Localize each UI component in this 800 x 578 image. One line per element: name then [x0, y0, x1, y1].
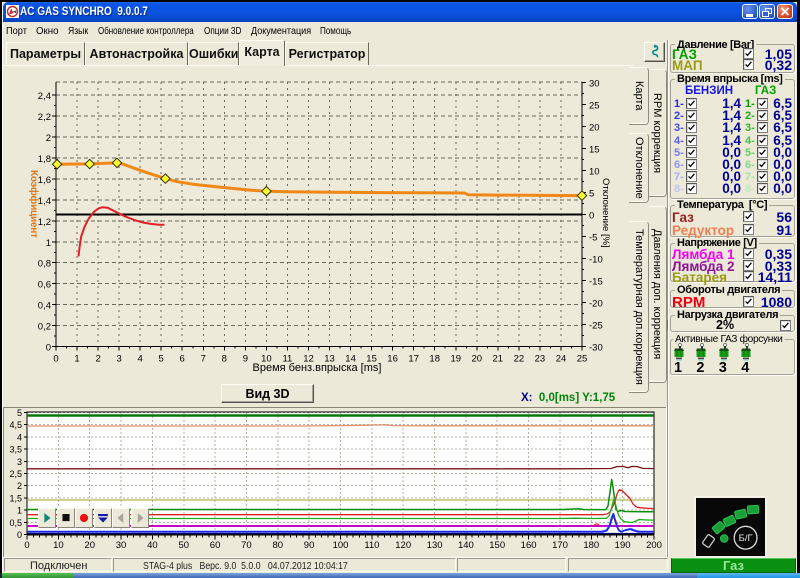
svg-text:1,6: 1,6	[38, 175, 51, 186]
svg-text:-25: -25	[589, 321, 603, 332]
svg-text:3: 3	[17, 457, 22, 467]
svg-text:10: 10	[589, 167, 600, 178]
svg-text:100: 100	[333, 540, 349, 551]
svg-text:0,4: 0,4	[38, 301, 51, 312]
svg-text:-5: -5	[589, 233, 597, 244]
svg-text:17: 17	[408, 354, 419, 365]
svg-text:0: 0	[589, 211, 594, 222]
svg-text:1,5: 1,5	[9, 493, 22, 503]
svg-text:2,2: 2,2	[38, 112, 51, 123]
svg-text:180: 180	[583, 540, 599, 551]
svg-text:140: 140	[458, 540, 474, 551]
svg-text:16: 16	[387, 354, 398, 365]
svg-text:1: 1	[46, 238, 51, 249]
svg-text:40: 40	[147, 540, 158, 551]
svg-text:3,5: 3,5	[9, 445, 22, 455]
svg-text:60: 60	[210, 540, 221, 551]
svg-text:2,5: 2,5	[9, 469, 22, 479]
svg-text:8: 8	[222, 354, 227, 365]
svg-text:4,5: 4,5	[9, 420, 22, 430]
svg-text:6: 6	[180, 354, 185, 365]
svg-text:2,4: 2,4	[38, 91, 51, 102]
svg-text:160: 160	[521, 540, 537, 551]
svg-text:1,8: 1,8	[38, 154, 51, 165]
svg-text:25: 25	[577, 354, 588, 365]
svg-text:130: 130	[427, 540, 443, 551]
svg-text:5: 5	[17, 408, 22, 418]
svg-text:110: 110	[364, 540, 379, 551]
svg-text:5: 5	[589, 189, 594, 200]
svg-text:20: 20	[472, 354, 483, 365]
svg-text:21: 21	[493, 354, 504, 365]
svg-text:1,4: 1,4	[38, 196, 51, 207]
svg-text:0: 0	[17, 530, 22, 540]
svg-text:0: 0	[53, 354, 58, 365]
svg-text:Время бенз.впрыска [ms]: Время бенз.впрыска [ms]	[253, 362, 382, 374]
svg-text:5: 5	[159, 354, 164, 365]
svg-text:-15: -15	[589, 277, 603, 288]
svg-text:30: 30	[589, 79, 600, 90]
svg-text:1: 1	[17, 506, 22, 516]
svg-text:0,5: 0,5	[9, 518, 22, 528]
svg-text:20: 20	[84, 540, 95, 551]
svg-text:30: 30	[116, 540, 127, 551]
svg-text:2: 2	[46, 133, 51, 144]
svg-text:0,6: 0,6	[38, 280, 51, 291]
svg-text:23: 23	[535, 354, 546, 365]
svg-text:-30: -30	[589, 343, 603, 354]
svg-text:7: 7	[201, 354, 206, 365]
svg-text:50: 50	[179, 540, 190, 551]
svg-text:3: 3	[116, 354, 121, 365]
svg-text:0,8: 0,8	[38, 259, 51, 270]
svg-text:4: 4	[138, 354, 143, 365]
svg-text:150: 150	[489, 540, 505, 551]
svg-text:1,2: 1,2	[38, 217, 51, 228]
svg-text:120: 120	[395, 540, 411, 551]
svg-text:1: 1	[74, 354, 79, 365]
svg-text:25: 25	[589, 101, 600, 112]
svg-text:200: 200	[646, 540, 662, 551]
svg-text:0: 0	[46, 343, 51, 354]
svg-text:18: 18	[429, 354, 440, 365]
svg-text:170: 170	[552, 540, 568, 551]
svg-text:190: 190	[615, 540, 631, 551]
svg-text:20: 20	[589, 123, 600, 134]
svg-text:Б/Г: Б/Г	[739, 533, 753, 544]
svg-text:22: 22	[514, 354, 525, 365]
svg-text:9: 9	[243, 354, 248, 365]
svg-text:0: 0	[24, 540, 29, 551]
svg-text:4: 4	[17, 432, 22, 442]
svg-text:2: 2	[17, 481, 22, 491]
svg-text:70: 70	[241, 540, 252, 551]
svg-text:19: 19	[451, 354, 462, 365]
svg-text:90: 90	[304, 540, 315, 551]
svg-text:-20: -20	[589, 299, 603, 310]
svg-text:80: 80	[273, 540, 284, 551]
svg-text:2: 2	[95, 354, 100, 365]
svg-text:15: 15	[589, 145, 600, 156]
svg-text:10: 10	[53, 540, 64, 551]
svg-text:0,2: 0,2	[38, 322, 51, 333]
svg-text:24: 24	[556, 354, 567, 365]
